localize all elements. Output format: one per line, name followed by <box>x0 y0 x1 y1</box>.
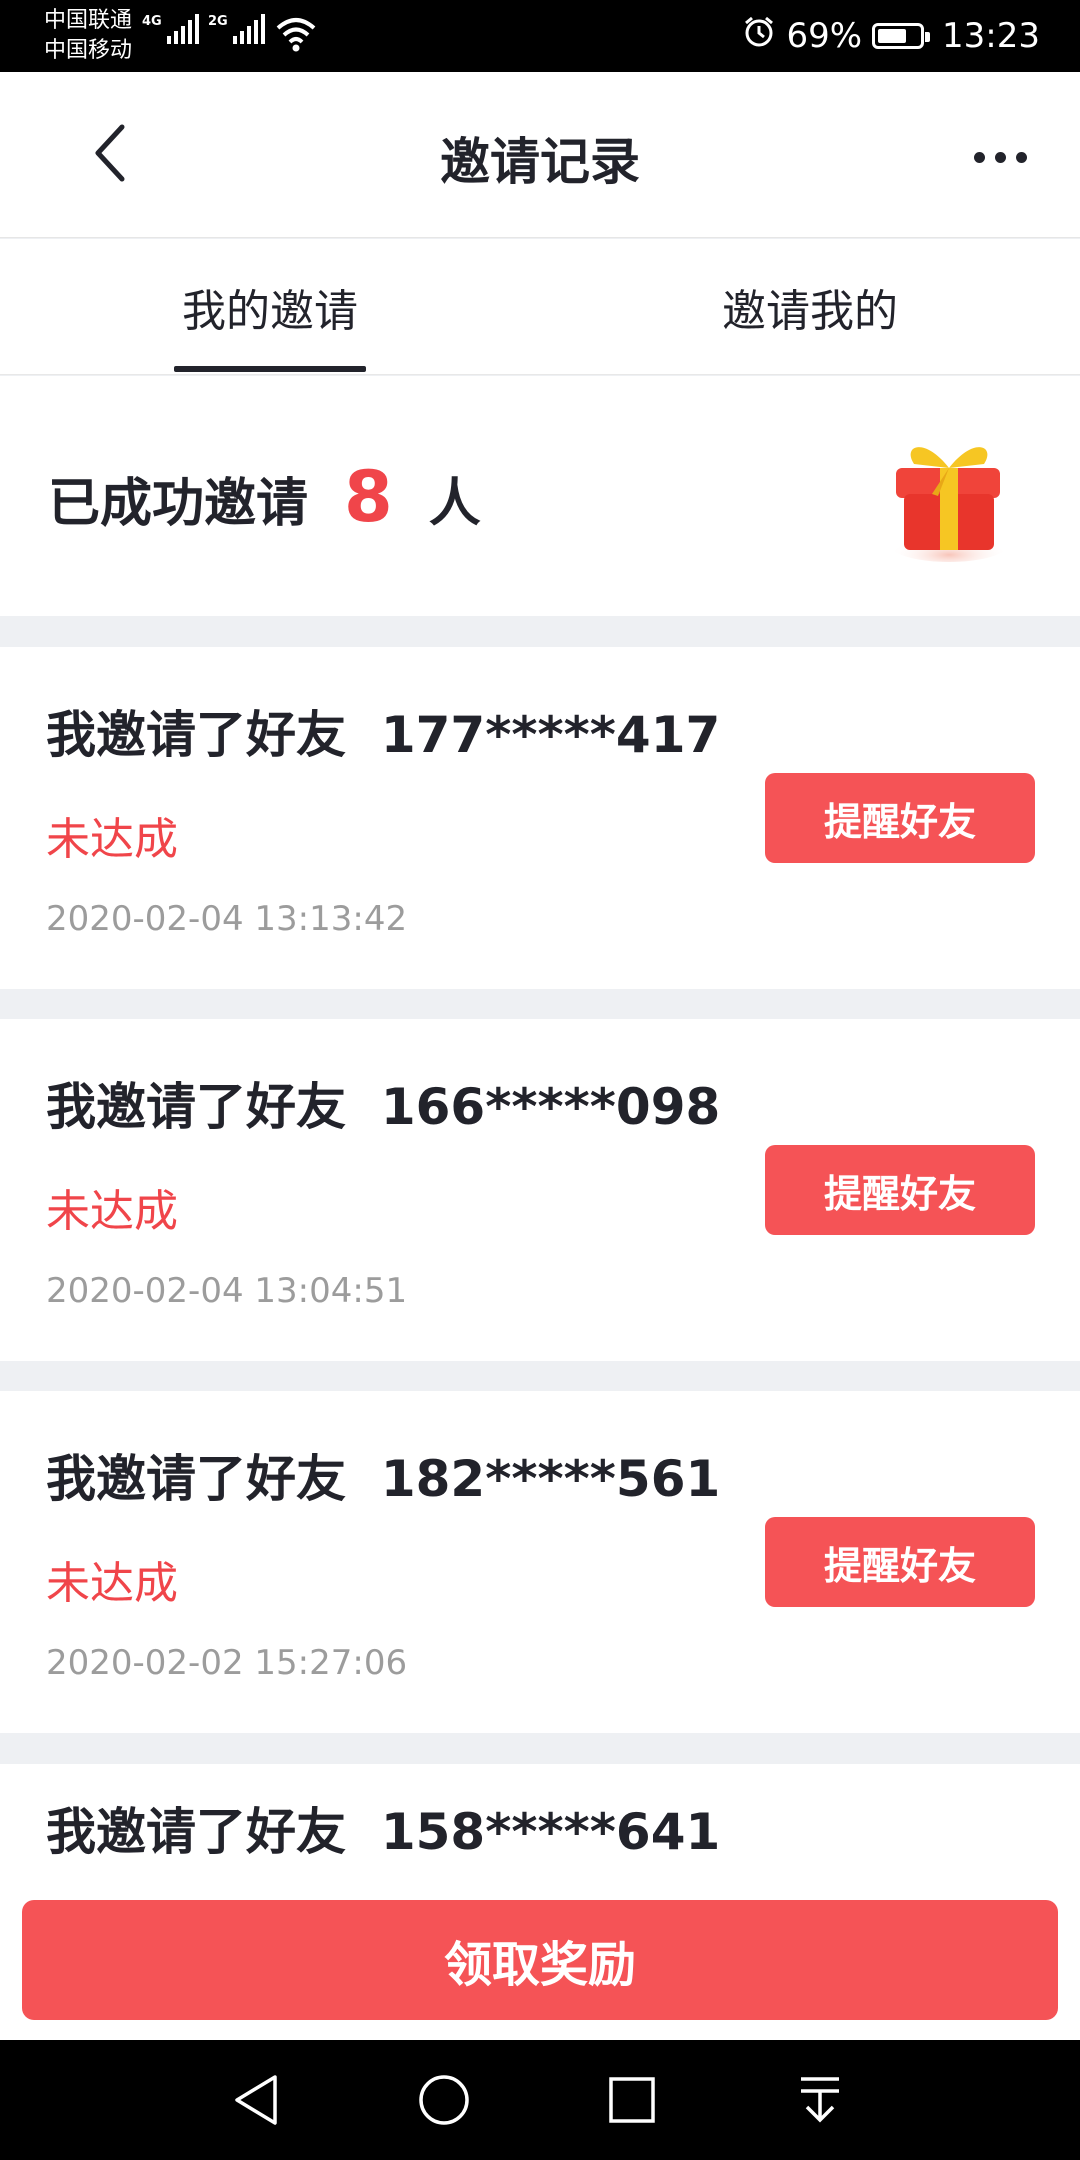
status-right: 69% 13:23 <box>742 0 1040 72</box>
battery-level <box>878 29 906 43</box>
nav-notifications-icon[interactable] <box>790 2070 850 2130</box>
remind-friend-button[interactable]: 提醒好友 <box>765 1145 1035 1235</box>
invite-phone: 158*****641 <box>380 1803 721 1861</box>
invite-card: 我邀请了好友 177*****417 未达成 2020-02-04 13:13:… <box>0 647 1080 989</box>
network-type-2: 2G <box>208 14 228 29</box>
invite-card: 我邀请了好友 158*****641 <box>0 1764 1080 1878</box>
summary-prefix: 已成功邀请 <box>48 474 309 534</box>
invite-status: 未达成 <box>46 1558 178 1609</box>
invite-time: 2020-02-04 13:04:51 <box>46 1271 408 1311</box>
invite-time: 2020-02-02 15:27:06 <box>46 1643 408 1683</box>
tab-invited-me[interactable]: 邀请我的 <box>700 239 920 375</box>
invite-card: 我邀请了好友 166*****098 未达成 2020-02-04 13:04:… <box>0 1019 1080 1361</box>
active-tab-indicator <box>174 366 366 372</box>
system-nav-bar <box>0 2040 1080 2160</box>
nav-header: 邀请记录 <box>0 72 1080 238</box>
network-type-1: 4G <box>142 14 162 29</box>
invite-count: 8 <box>344 456 393 538</box>
invite-phone: 166*****098 <box>380 1078 721 1136</box>
invite-phone: 182*****561 <box>380 1450 721 1508</box>
summary-suffix: 人 <box>428 474 481 534</box>
carrier-2: 中国移动 <box>44 38 133 63</box>
status-bar: 中国联通 中国移动 4G 2G 69% 13:23 <box>0 0 1080 72</box>
remind-friend-button[interactable]: 提醒好友 <box>765 773 1035 863</box>
invite-status: 未达成 <box>46 1186 178 1237</box>
more-icon <box>973 151 985 163</box>
carrier-1: 中国联通 <box>44 8 133 33</box>
summary-text: 已成功邀请 8 人 <box>48 456 481 538</box>
bottom-action-bar: 领取奖励 <box>0 1878 1080 2040</box>
nav-home-icon[interactable] <box>414 2070 474 2130</box>
signal-icon: 4G <box>142 14 199 44</box>
nav-recents-icon[interactable] <box>602 2070 662 2130</box>
invite-title: 我邀请了好友 182*****561 <box>46 1450 721 1508</box>
claim-reward-button[interactable]: 领取奖励 <box>22 1900 1058 2020</box>
carrier-names: 中国联通 中国移动 <box>44 6 132 66</box>
tab-bar: 我的邀请 邀请我的 <box>0 239 1080 375</box>
invite-title: 我邀请了好友 158*****641 <box>46 1803 721 1861</box>
battery-percent: 69% <box>786 16 863 56</box>
page-title: 邀请记录 <box>440 133 640 191</box>
invite-phone: 177*****417 <box>380 706 721 764</box>
alarm-icon <box>742 15 776 58</box>
nav-back-icon[interactable] <box>226 2070 286 2130</box>
wifi-icon <box>276 16 316 56</box>
invite-time: 2020-02-04 13:13:42 <box>46 899 408 939</box>
tab-my-invites[interactable]: 我的邀请 <box>170 239 370 375</box>
clock: 13:23 <box>942 16 1040 56</box>
more-button[interactable] <box>960 132 1040 182</box>
invite-title: 我邀请了好友 166*****098 <box>46 1078 721 1136</box>
invite-card: 我邀请了好友 182*****561 未达成 2020-02-02 15:27:… <box>0 1391 1080 1733</box>
signal-icon: 2G <box>208 14 265 44</box>
invite-title: 我邀请了好友 177*****417 <box>46 706 721 764</box>
remind-friend-button[interactable]: 提醒好友 <box>765 1517 1035 1607</box>
battery-icon <box>872 23 931 49</box>
gift-icon <box>874 416 1024 570</box>
invite-summary: 已成功邀请 8 人 <box>0 376 1080 616</box>
invite-status: 未达成 <box>46 814 178 865</box>
